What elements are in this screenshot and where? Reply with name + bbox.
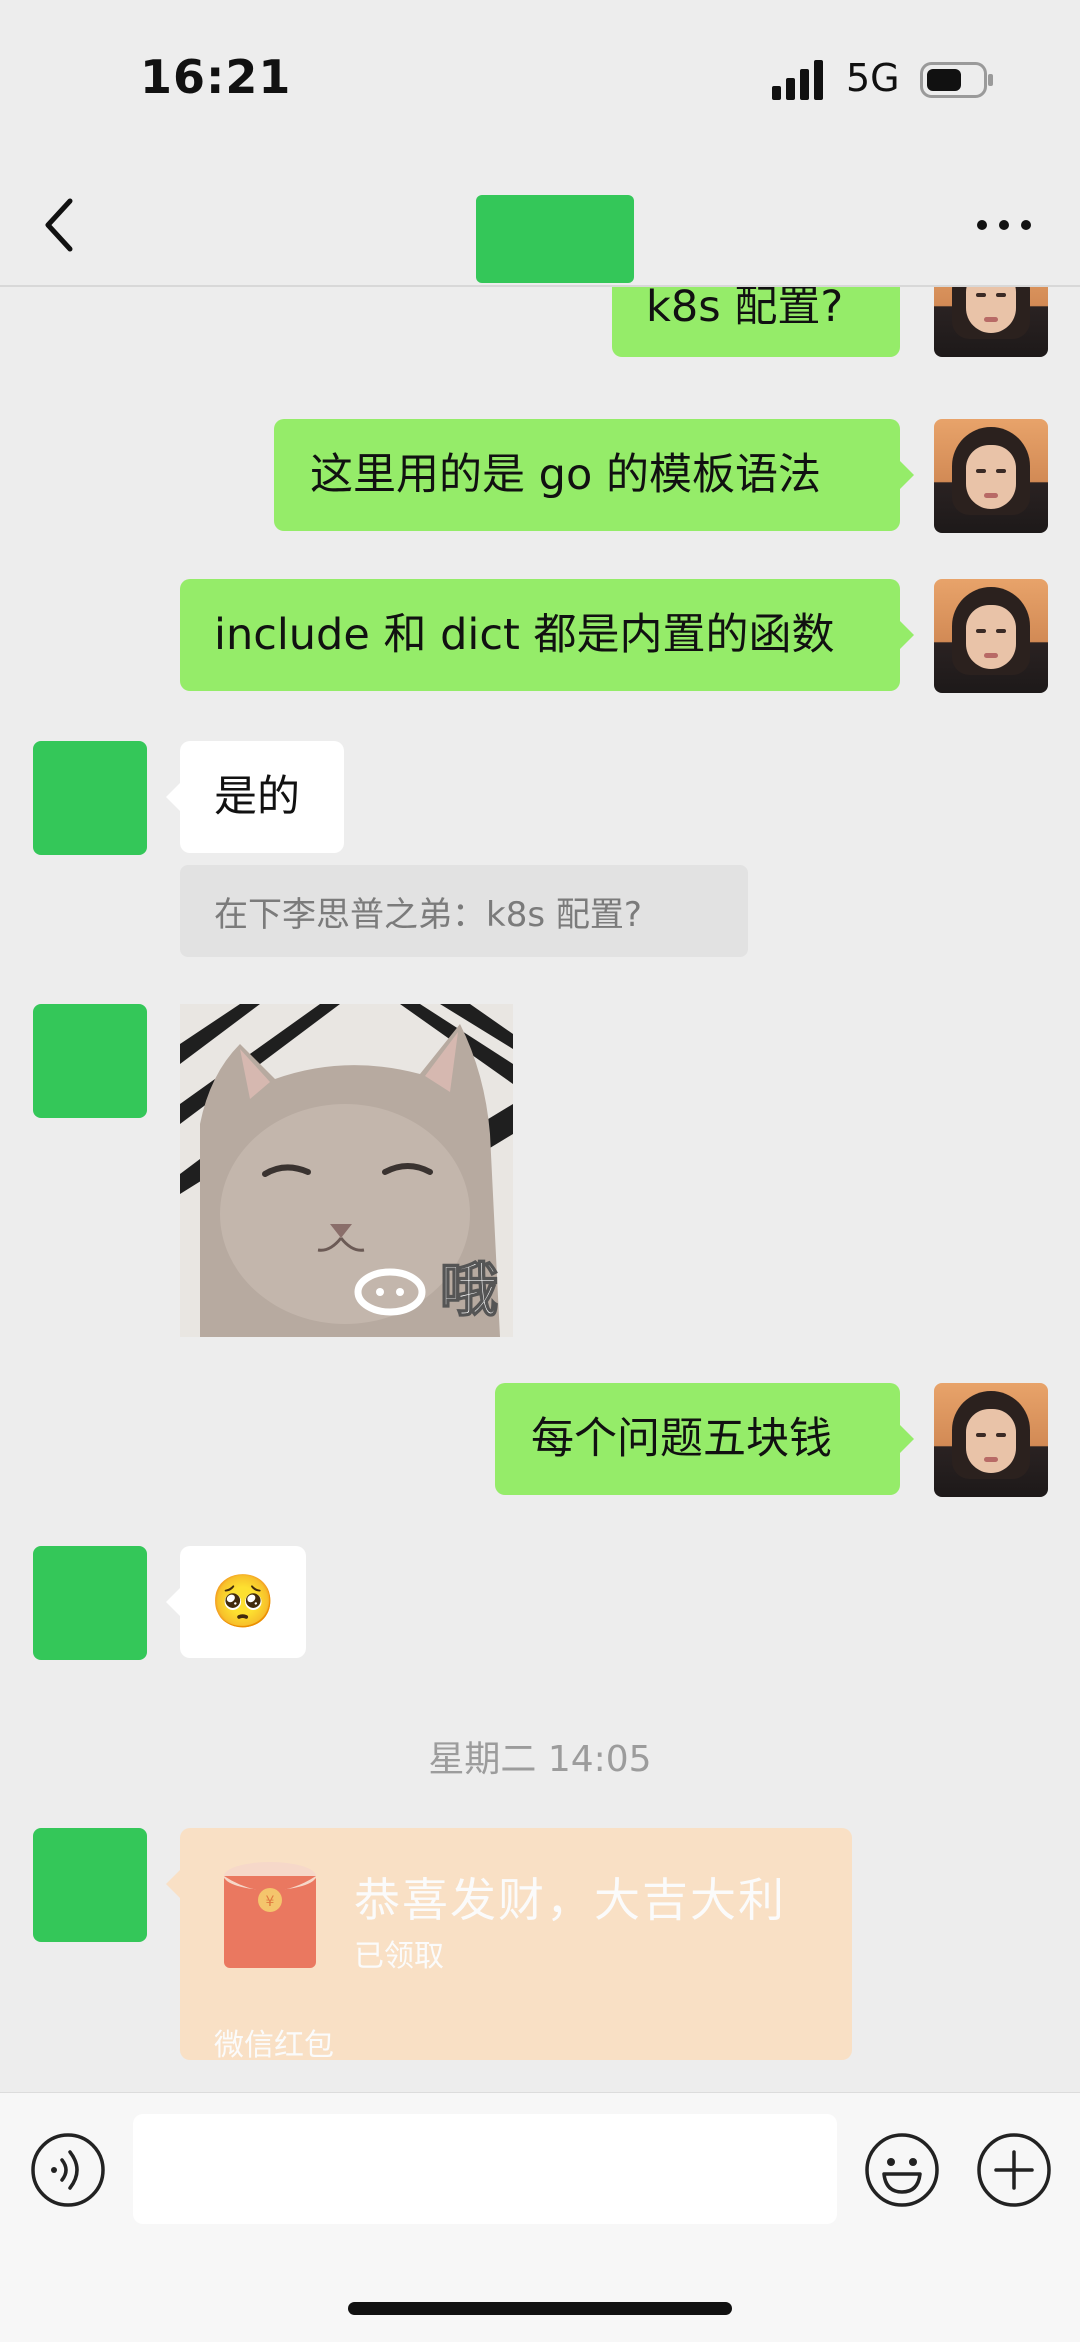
plus-icon (977, 2133, 1051, 2207)
message-bubble[interactable]: k8s 配置? (612, 287, 900, 357)
sticker-caption: 哦 (440, 1256, 498, 1324)
back-button[interactable] (34, 195, 86, 255)
message-bubble[interactable]: 是的 (180, 741, 344, 853)
message-text: 每个问题五块钱 (531, 1413, 832, 1464)
contact-avatar[interactable] (33, 1546, 147, 1660)
status-time: 16:21 (140, 50, 292, 104)
more-horizontal-icon (977, 220, 1031, 230)
home-indicator (348, 2302, 732, 2315)
timestamp: 星期二 14:05 (428, 1739, 652, 1780)
battery-icon (920, 62, 993, 98)
contact-avatar[interactable] (33, 1828, 147, 1942)
message-text: include 和 dict 都是内置的函数 (214, 609, 835, 660)
my-avatar[interactable] (934, 1383, 1048, 1497)
cat-image: 哦 (180, 1004, 513, 1337)
contact-avatar[interactable] (33, 1004, 147, 1118)
svg-text:¥: ¥ (266, 1894, 275, 1910)
network-label: 5G (846, 56, 900, 100)
message-bubble[interactable]: include 和 dict 都是内置的函数 (180, 579, 900, 691)
message-bubble[interactable]: 🥺 (180, 1546, 306, 1658)
message-input[interactable] (133, 2114, 837, 2224)
signal-icon (772, 60, 823, 100)
my-avatar[interactable] (934, 419, 1048, 533)
chat-area[interactable]: k8s 配置? 这里用的是 go 的模板语法 include 和 dict 都是… (0, 287, 1080, 2092)
chevron-left-icon (45, 198, 73, 252)
my-avatar[interactable] (934, 579, 1048, 693)
message-text: 这里用的是 go 的模板语法 (310, 449, 821, 500)
contact-avatar[interactable] (33, 741, 147, 855)
red-packet[interactable]: ¥ 恭喜发财，大吉大利 已领取 微信红包 (180, 1828, 852, 2060)
message-text: k8s 配置? (646, 287, 844, 332)
voice-icon (31, 2133, 105, 2207)
more-button[interactable] (974, 210, 1034, 240)
my-avatar[interactable] (934, 287, 1048, 357)
emoji-button[interactable] (864, 2132, 940, 2208)
quoted-message[interactable]: 在下李思普之弟：k8s 配置? (180, 865, 748, 957)
red-packet-status: 已领取 (354, 1939, 444, 1974)
plus-button[interactable] (976, 2132, 1052, 2208)
message-bubble[interactable]: 这里用的是 go 的模板语法 (274, 419, 900, 531)
chat-title (476, 195, 634, 283)
red-packet-title: 恭喜发财，大吉大利 (354, 1873, 786, 1927)
red-packet-brand: 微信红包 (214, 2028, 334, 2060)
message-text: 是的 (214, 771, 300, 822)
message-bubble[interactable]: 每个问题五块钱 (495, 1383, 900, 1495)
quoted-text: 在下李思普之弟：k8s 配置? (214, 894, 642, 935)
emoji-icon (865, 2133, 939, 2207)
emoji-pleading: 🥺 (210, 1572, 276, 1632)
voice-button[interactable] (30, 2132, 106, 2208)
red-packet-icon: ¥ (224, 1862, 316, 1968)
cat-sticker[interactable]: 哦 (180, 1004, 513, 1337)
